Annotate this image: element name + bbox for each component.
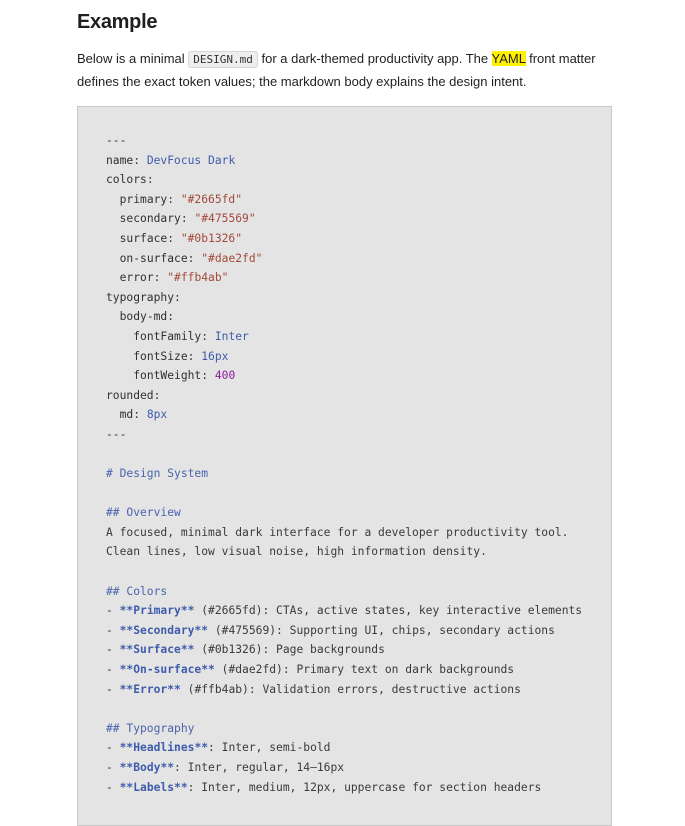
code-line: --- (106, 427, 127, 441)
code-line: Clean lines, low visual noise, high info… (106, 545, 487, 559)
code-line: # Design System (106, 467, 209, 481)
filename-chip: DESIGN.md (188, 51, 258, 68)
section-heading: Example (77, 11, 158, 33)
code-line: - **Primary** (#2665fd): CTAs, active st… (106, 604, 583, 618)
code-line: ## Colors (106, 584, 168, 598)
code-line: fontFamily: Inter (133, 329, 249, 343)
highlighted-term: YAML (491, 51, 526, 66)
code-line: - **Body**: Inter, regular, 14–16px (106, 761, 345, 774)
code-line: primary: "#2665fd" (119, 192, 243, 206)
intro-text-2: for a dark-themed productivity app. The (257, 51, 492, 66)
code-line: on-surface: "#dae2fd" (119, 251, 263, 265)
code-line: A focused, minimal dark interface for a … (106, 525, 569, 539)
code-line: secondary: "#475569" (119, 212, 256, 226)
code-line: body-md: (119, 310, 175, 324)
code-line: ## Overview (106, 506, 181, 520)
code-line: fontWeight: 400 (133, 369, 236, 383)
code-line: name: DevFocus Dark (106, 153, 236, 167)
code-line: surface: "#0b1326" (119, 231, 243, 245)
code-line: - **Error** (#ffb4ab): Validation errors… (106, 682, 521, 696)
intro-text-1: Below is a minimal (77, 51, 189, 66)
code-line: typography: (106, 290, 181, 304)
code-line: --- (106, 134, 127, 147)
code-line: rounded: (106, 388, 161, 402)
code-line: md: 8px (119, 408, 168, 422)
code-line: - **Labels**: Inter, medium, 12px, upper… (106, 780, 542, 794)
code-line: - **Secondary** (#475569): Supporting UI… (106, 623, 555, 637)
code-line: - **Headlines**: Inter, semi-bold (106, 741, 331, 755)
code-line: colors: (106, 173, 154, 187)
code-line: - **On-surface** (#dae2fd): Primary text… (106, 663, 515, 677)
code-block[interactable]: --- name: DevFocus Dark colors: primary:… (77, 106, 612, 826)
code-line: - **Surface** (#0b1326): Page background… (106, 643, 385, 657)
code-line: error: "#ffb4ab" (119, 271, 229, 285)
code-content: --- name: DevFocus Dark colors: primary:… (106, 131, 611, 797)
code-line: ## Typography (106, 721, 195, 735)
intro-paragraph: Below is a minimal DESIGN.md for a dark-… (77, 48, 617, 93)
code-line: fontSize: 16px (133, 349, 229, 363)
